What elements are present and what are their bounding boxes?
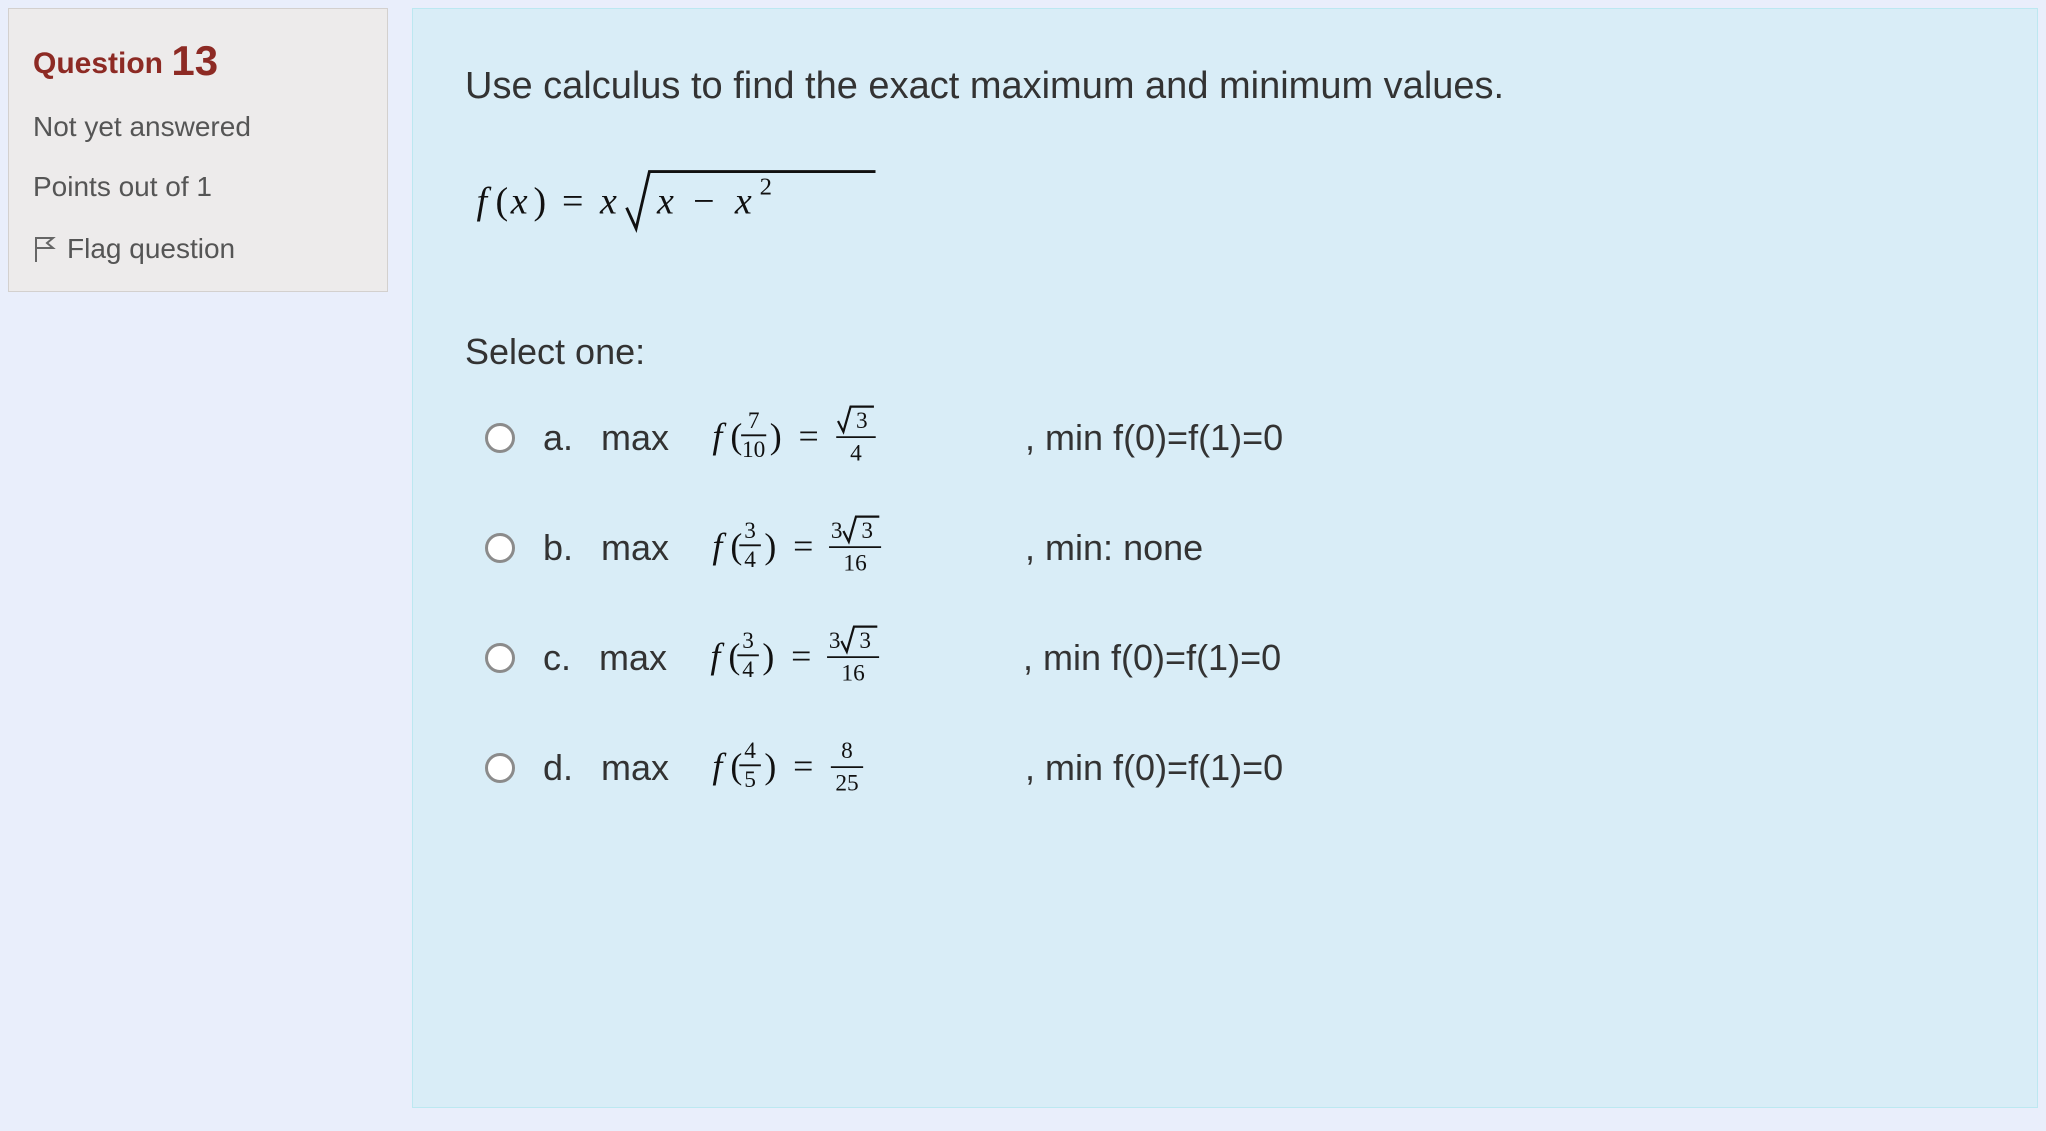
option-math: f ( 3 4 ) = 3 3 16 (695, 623, 995, 693)
svg-text:8: 8 (841, 738, 853, 764)
answer-option-d[interactable]: d. max f ( 4 5 ) = 8 25 , min f(0)=f(1)=… (465, 733, 1989, 803)
svg-text:(: ( (496, 180, 509, 222)
option-tail: , min f(0)=f(1)=0 (1023, 637, 1281, 679)
svg-text:f: f (477, 180, 492, 222)
flag-question-button[interactable]: Flag question (33, 233, 363, 265)
svg-text:4: 4 (744, 738, 756, 764)
question-formula: f ( x ) = x x − x 2 (465, 164, 1989, 245)
svg-text:25: 25 (835, 770, 858, 796)
svg-text:x: x (599, 180, 617, 222)
svg-text:f: f (712, 746, 727, 786)
option-prefix: max (601, 417, 669, 459)
svg-text:4: 4 (850, 440, 862, 466)
svg-text:): ) (764, 526, 776, 566)
svg-text:3: 3 (742, 628, 754, 654)
radio-d[interactable] (485, 753, 515, 783)
svg-text:x: x (656, 180, 674, 222)
option-tail: , min: none (1025, 527, 1203, 569)
svg-text:=: = (562, 180, 583, 222)
option-prefix: max (601, 527, 669, 569)
svg-text:3: 3 (744, 518, 756, 544)
svg-text:=: = (793, 526, 813, 566)
svg-text:): ) (534, 180, 547, 222)
flag-icon (33, 235, 57, 263)
option-math: f ( 7 10 ) = 3 4 (697, 403, 997, 473)
radio-b[interactable] (485, 533, 515, 563)
svg-text:): ) (764, 746, 776, 786)
option-letter: a. (543, 417, 573, 459)
svg-text:): ) (770, 416, 782, 456)
option-tail: , min f(0)=f(1)=0 (1025, 417, 1283, 459)
svg-text:3: 3 (856, 408, 868, 434)
radio-a[interactable] (485, 423, 515, 453)
svg-text:2: 2 (760, 173, 772, 200)
option-letter: d. (543, 747, 573, 789)
question-header: Question 13 (33, 37, 363, 85)
svg-text:=: = (791, 636, 811, 676)
svg-text:x: x (510, 180, 528, 222)
option-tail: , min f(0)=f(1)=0 (1025, 747, 1283, 789)
answer-option-b[interactable]: b. max f ( 3 4 ) = 3 3 16 , min: none (465, 513, 1989, 583)
svg-text:3: 3 (829, 628, 841, 654)
svg-text:4: 4 (742, 657, 754, 683)
question-content-panel: Use calculus to find the exact maximum a… (412, 8, 2038, 1108)
question-label: Question (33, 47, 163, 80)
option-prefix: max (599, 637, 667, 679)
answer-option-a[interactable]: a. max f ( 7 10 ) = 3 4 , min f(0)=f(1) (465, 403, 1989, 473)
svg-text:(: ( (730, 416, 742, 456)
svg-text:4: 4 (744, 547, 756, 573)
svg-text:x: x (734, 180, 752, 222)
option-letter: c. (543, 637, 571, 679)
radio-c[interactable] (485, 643, 515, 673)
answer-option-c[interactable]: c. max f ( 3 4 ) = 3 3 16 , min f(0)=f(1… (465, 623, 1989, 693)
question-info-panel: Question 13 Not yet answered Points out … (8, 8, 388, 292)
option-math: f ( 3 4 ) = 3 3 16 (697, 513, 997, 583)
option-math: f ( 4 5 ) = 8 25 (697, 733, 997, 803)
svg-text:3: 3 (859, 628, 871, 654)
svg-text:7: 7 (748, 408, 760, 434)
option-letter: b. (543, 527, 573, 569)
question-number: 13 (171, 37, 218, 84)
svg-text:16: 16 (843, 550, 866, 576)
svg-text:f: f (710, 636, 725, 676)
svg-text:−: − (693, 180, 714, 222)
svg-text:10: 10 (742, 437, 765, 463)
svg-text:3: 3 (831, 518, 843, 544)
select-one-label: Select one: (465, 331, 1989, 373)
svg-text:f: f (712, 526, 727, 566)
svg-text:5: 5 (744, 767, 756, 793)
svg-text:=: = (799, 416, 819, 456)
svg-text:=: = (793, 746, 813, 786)
svg-text:3: 3 (861, 518, 873, 544)
option-prefix: max (601, 747, 669, 789)
question-points: Points out of 1 (33, 171, 363, 203)
flag-label: Flag question (67, 233, 235, 265)
question-status: Not yet answered (33, 111, 363, 143)
svg-text:): ) (762, 636, 774, 676)
svg-text:16: 16 (841, 660, 864, 686)
question-prompt: Use calculus to find the exact maximum a… (465, 65, 1989, 108)
svg-text:f: f (712, 416, 727, 456)
